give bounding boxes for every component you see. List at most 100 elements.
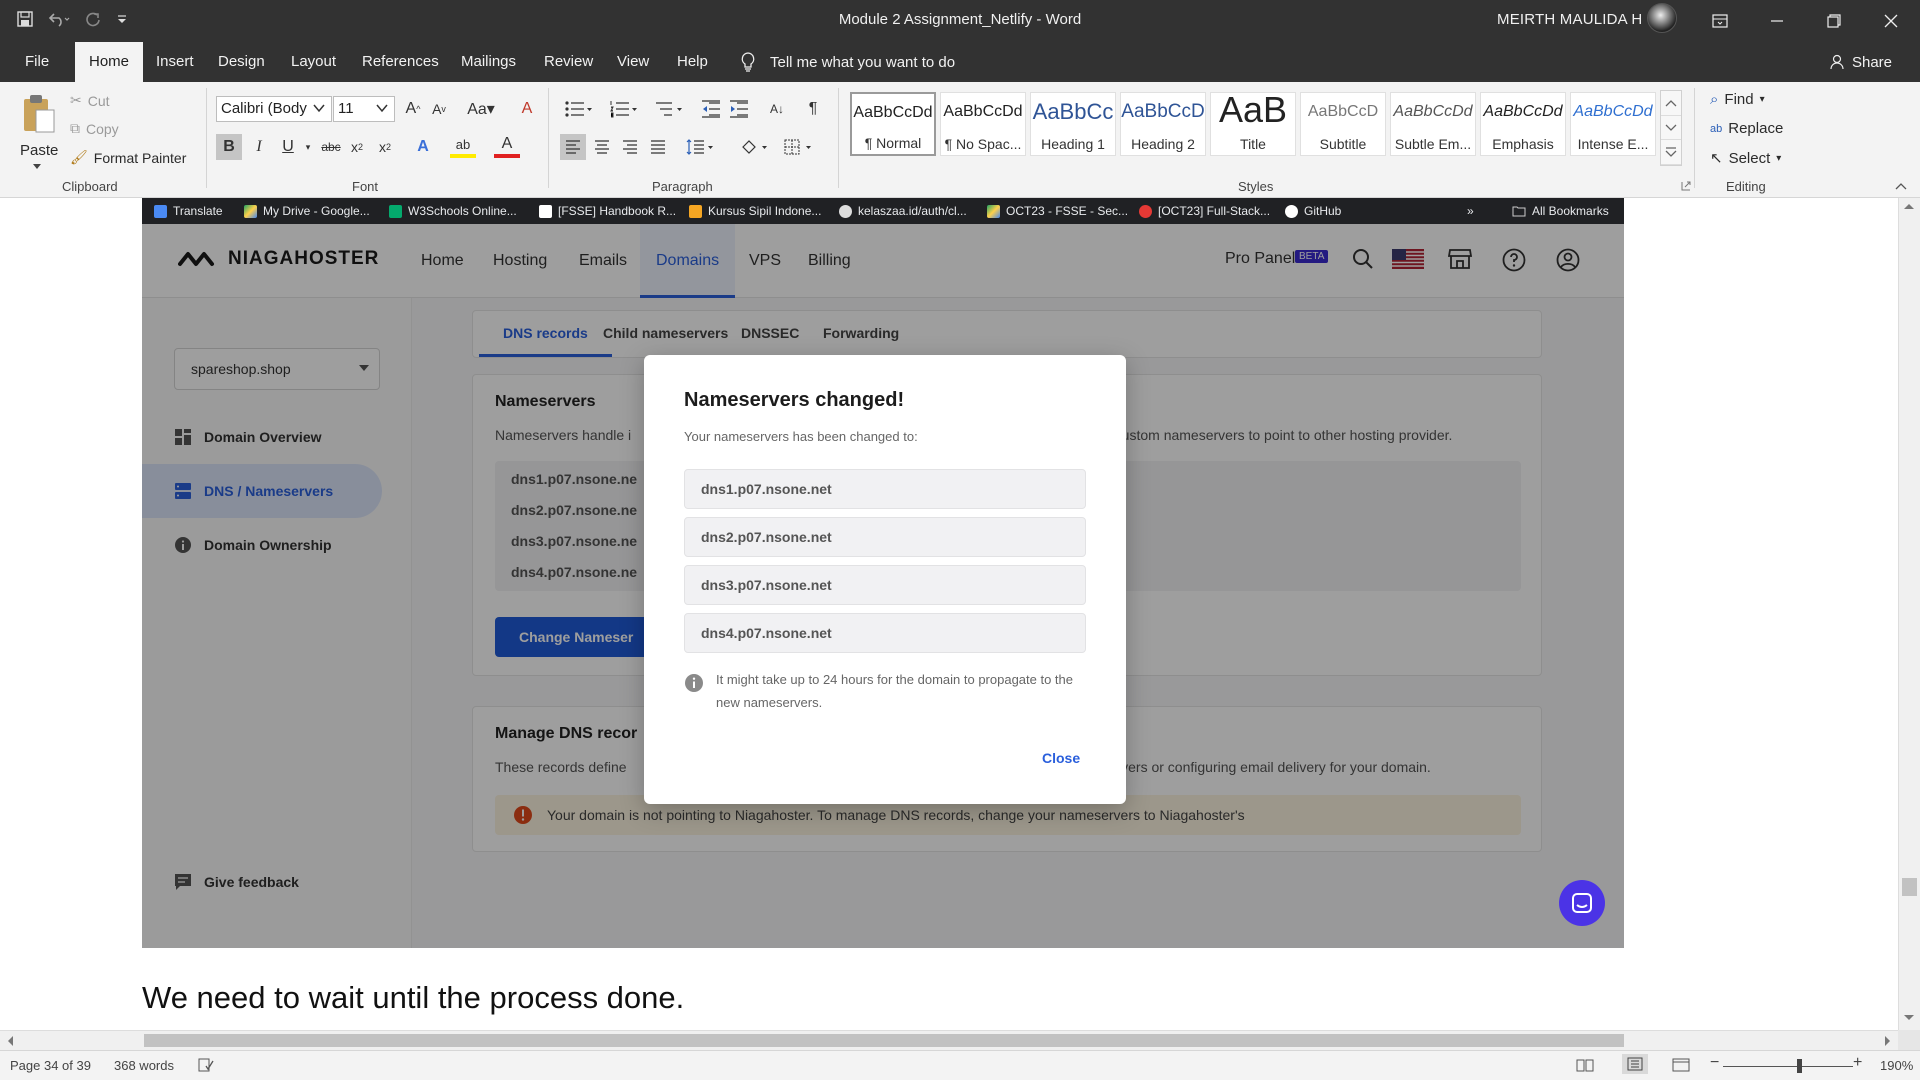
bookmark[interactable]: Translate: [154, 198, 223, 224]
close-button[interactable]: Close: [1042, 750, 1080, 766]
clear-formatting-icon[interactable]: A: [514, 96, 540, 122]
scroll-thumb[interactable]: [1902, 878, 1917, 896]
collapse-ribbon-icon[interactable]: [1895, 182, 1907, 190]
bookmark[interactable]: GitHub: [1285, 198, 1341, 224]
web-layout-icon[interactable]: [1672, 1058, 1690, 1072]
proofing-icon[interactable]: [198, 1058, 214, 1072]
tab-help[interactable]: Help: [677, 42, 708, 82]
font-name-select[interactable]: Calibri (Body: [216, 96, 332, 122]
highlight-color-icon[interactable]: ab: [450, 134, 476, 158]
zoom-slider-thumb[interactable]: [1797, 1059, 1802, 1073]
bookmark[interactable]: [FSSE] Handbook R...: [539, 198, 676, 224]
horizontal-scrollbar[interactable]: [0, 1030, 1898, 1050]
justify-icon[interactable]: [645, 134, 671, 160]
vertical-scrollbar[interactable]: [1898, 198, 1920, 1030]
close-window-icon[interactable]: [1871, 8, 1911, 34]
font-color-icon[interactable]: A: [494, 134, 520, 158]
replace-button[interactable]: ab Replace: [1710, 120, 1783, 137]
scroll-right-icon[interactable]: [1884, 1035, 1892, 1047]
style-emphasis[interactable]: AaBbCcDd Emphasis: [1480, 92, 1566, 156]
strikethrough-button[interactable]: abc: [316, 134, 346, 160]
print-layout-icon[interactable]: [1622, 1054, 1648, 1074]
multilevel-list-icon[interactable]: [650, 96, 686, 122]
tab-view[interactable]: View: [617, 42, 649, 82]
document-paragraph[interactable]: We need to wait until the process done.: [142, 980, 684, 1016]
tab-design[interactable]: Design: [218, 42, 265, 82]
chevron-up-icon[interactable]: [1661, 91, 1681, 116]
style-title[interactable]: AaB Title: [1210, 92, 1296, 156]
tab-references[interactable]: References: [362, 42, 439, 82]
align-center-icon[interactable]: [589, 134, 615, 160]
bold-button[interactable]: B: [216, 134, 242, 160]
bookmark[interactable]: Kursus Sipil Indone...: [689, 198, 821, 224]
bookmark[interactable]: kelaszaa.id/auth/cl...: [839, 198, 967, 224]
style-no-spacing[interactable]: AaBbCcDd ¶ No Spac...: [940, 92, 1026, 156]
bookmark[interactable]: [OCT23] Full-Stack...: [1139, 198, 1270, 224]
style-subtitle[interactable]: AaBbCcD Subtitle: [1300, 92, 1386, 156]
copy-button[interactable]: ⧉ Copy: [70, 120, 119, 137]
bookmark[interactable]: W3Schools Online...: [389, 198, 517, 224]
bookmark[interactable]: All Bookmarks: [1512, 198, 1609, 224]
style-intense-emphasis[interactable]: AaBbCcDd Intense E...: [1570, 92, 1656, 156]
text-effects-icon[interactable]: A: [410, 134, 436, 160]
format-painter-button[interactable]: 🖌 Format Painter: [70, 149, 186, 166]
bookmark[interactable]: OCT23 - FSSE - Sec...: [987, 198, 1128, 224]
tab-layout[interactable]: Layout: [291, 42, 336, 82]
align-left-icon[interactable]: [560, 134, 586, 160]
read-mode-icon[interactable]: [1576, 1058, 1594, 1072]
underline-button[interactable]: U: [275, 134, 301, 160]
paste-button[interactable]: Paste: [16, 90, 58, 174]
grow-font-icon[interactable]: A ^: [400, 96, 426, 122]
more-bookmarks-icon[interactable]: »: [1467, 198, 1474, 224]
line-spacing-icon[interactable]: [682, 134, 718, 160]
scroll-thumb[interactable]: [144, 1034, 1624, 1047]
shading-icon[interactable]: [736, 134, 772, 160]
increase-indent-icon[interactable]: [726, 96, 752, 122]
user-name[interactable]: MEIRTH MAULIDA H: [1497, 11, 1642, 28]
shrink-font-icon[interactable]: Av: [426, 96, 452, 122]
decrease-indent-icon[interactable]: [698, 96, 724, 122]
restore-icon[interactable]: [1814, 8, 1854, 34]
zoom-slider[interactable]: [1723, 1066, 1853, 1067]
word-count[interactable]: 368 words: [114, 1058, 174, 1073]
cut-button[interactable]: ✂ Cut: [70, 92, 110, 109]
scroll-up-icon[interactable]: [1903, 202, 1915, 210]
change-case-icon[interactable]: Aa▾: [464, 96, 498, 122]
avatar[interactable]: [1647, 3, 1677, 33]
share-button[interactable]: Share: [1830, 42, 1892, 82]
show-formatting-icon[interactable]: ¶: [800, 96, 826, 122]
tab-mailings[interactable]: Mailings: [461, 42, 516, 82]
chat-button[interactable]: [1559, 880, 1605, 926]
ribbon-display-options-icon[interactable]: [1700, 8, 1740, 34]
superscript-button[interactable]: x2: [372, 134, 398, 160]
chevron-down-icon[interactable]: ▾: [302, 134, 314, 160]
font-size-select[interactable]: 11: [333, 96, 395, 122]
bookmark[interactable]: My Drive - Google...: [244, 198, 370, 224]
tell-me-box[interactable]: Tell me what you want to do: [740, 42, 955, 82]
tab-file[interactable]: File: [25, 42, 49, 82]
style-heading-2[interactable]: AaBbCcD Heading 2: [1120, 92, 1206, 156]
chevron-down-icon[interactable]: [1661, 116, 1681, 141]
sort-icon[interactable]: A↓: [764, 96, 790, 122]
zoom-out-icon[interactable]: −: [1710, 1054, 1719, 1072]
zoom-in-icon[interactable]: +: [1853, 1054, 1862, 1072]
numbering-icon[interactable]: [605, 96, 641, 122]
italic-button[interactable]: I: [246, 134, 272, 160]
style-heading-1[interactable]: AaBbCc Heading 1: [1030, 92, 1116, 156]
tab-review[interactable]: Review: [544, 42, 593, 82]
borders-icon[interactable]: [780, 134, 816, 160]
subscript-button[interactable]: x2: [344, 134, 370, 160]
find-button[interactable]: ⌕ Find ▾: [1710, 91, 1765, 108]
select-button[interactable]: ↖ Select ▾: [1710, 149, 1781, 168]
scroll-down-icon[interactable]: [1903, 1014, 1915, 1022]
bullets-icon[interactable]: [560, 96, 596, 122]
zoom-level[interactable]: 190%: [1880, 1058, 1913, 1073]
more-styles-icon[interactable]: [1661, 140, 1681, 166]
page-count[interactable]: Page 34 of 39: [10, 1058, 91, 1073]
scroll-left-icon[interactable]: [6, 1035, 14, 1047]
tab-home[interactable]: Home: [75, 42, 144, 82]
styles-dialog-launcher-icon[interactable]: [1681, 181, 1691, 191]
tab-insert[interactable]: Insert: [156, 42, 194, 82]
minimize-icon[interactable]: [1757, 8, 1797, 34]
align-right-icon[interactable]: [617, 134, 643, 160]
